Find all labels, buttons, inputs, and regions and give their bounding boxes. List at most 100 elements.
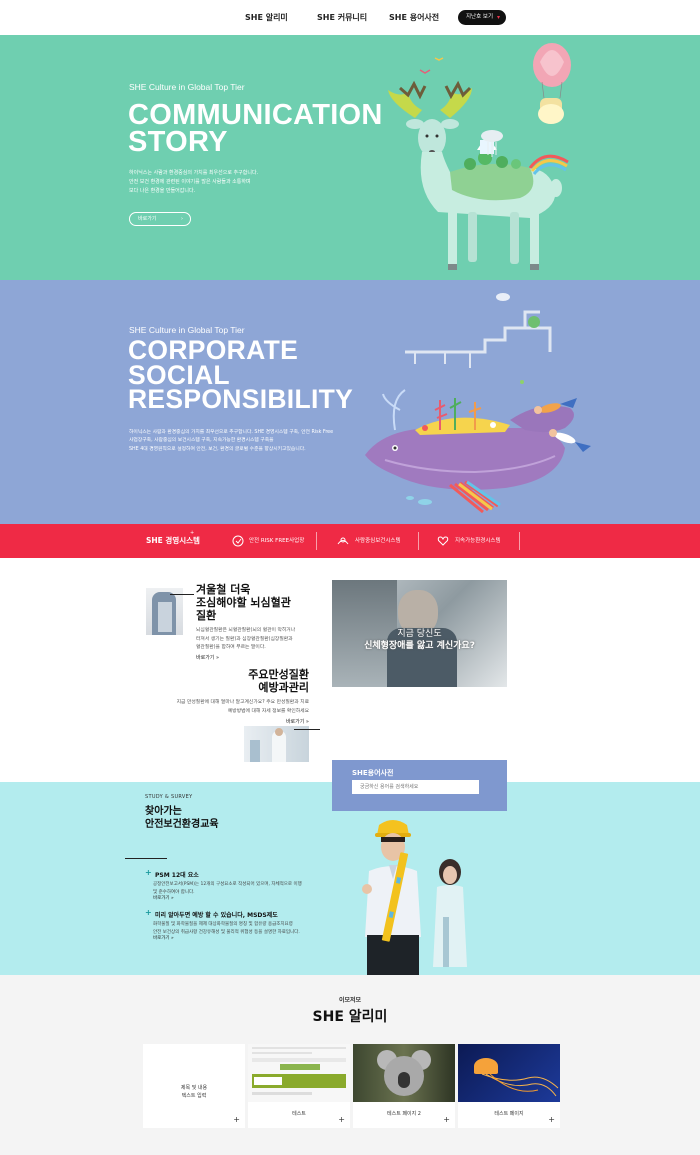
lab-photo bbox=[244, 726, 309, 762]
hero2-description: 하이닉스는 사람과 환경중심의 가치를 최우선으로 추구합니다. SHE 경영시… bbox=[129, 429, 333, 454]
notice-card-4[interactable]: 테스트 페이지 + bbox=[458, 1044, 560, 1128]
psm-more-link[interactable]: 바로가기 » bbox=[153, 895, 174, 903]
nav-she-notice[interactable]: SHE 알리미 bbox=[245, 12, 288, 23]
article2-text-line-1: 지금 만성질환에 대해 얼마나 알고계신가요? 주요 만성질환과 치료 bbox=[176, 700, 309, 705]
dictionary-title: SHE용어사전 bbox=[352, 769, 394, 777]
doctor-photo bbox=[146, 588, 183, 635]
study-title-line-1: 찾아가는 bbox=[145, 806, 182, 817]
notice-card-2[interactable]: 테스트 + bbox=[248, 1044, 350, 1128]
article1-title-line-1: 겨울철 더욱 bbox=[196, 583, 251, 596]
msds-text: 화학물질 및 화학물질을 제제 대상화학물질의 명칭 및 함유량 용급조치요령 … bbox=[153, 921, 300, 937]
she-system-bar: SHE 경영시스템 + 안전 RISK FREE사업장 사람중심보건시스템 지속… bbox=[0, 524, 700, 558]
hero1-subtitle: SHE Culture in Global Top Tier bbox=[129, 82, 245, 92]
article1-text: 뇌심혈관질환은 뇌혈관질환(뇌의 혈관이 막히거나 터져서 생기는 질환)과 심… bbox=[196, 627, 295, 653]
card-label: 제목 및 내용 텍스트 입력 bbox=[143, 1084, 245, 1100]
hero1-title-line-1: COMMUNICATION bbox=[128, 99, 383, 131]
people-care-icon bbox=[337, 537, 349, 545]
health-system-link[interactable]: 사람중심보건시스템 bbox=[355, 524, 401, 558]
article1-text-line-2: 터져서 생기는 질환)과 심장혈관질환(심장질환과 bbox=[196, 636, 293, 642]
study-title: 찾아가는 안전보건환경교육 bbox=[145, 806, 219, 831]
hero1-more-label: 바로가기 bbox=[138, 216, 157, 222]
hero2-title: CORPORATE SOCIAL RESPONSIBILITY bbox=[128, 335, 354, 415]
arrow-right-icon: › bbox=[181, 216, 183, 222]
notice-title: SHE 알리미 bbox=[312, 1009, 388, 1025]
caption-line-1: 지금 당신도 bbox=[397, 629, 442, 639]
study-title-line-2: 안전보건환경교육 bbox=[145, 818, 219, 830]
article1-title[interactable]: 겨울철 더욱 조심해야할 뇌심혈관 질환 bbox=[196, 583, 291, 623]
hero2-desc-line-1: 하이닉스는 사람과 환경중심의 가치를 최우선으로 추구합니다. SHE 경영시… bbox=[129, 430, 334, 435]
dictionary-search-input[interactable] bbox=[352, 780, 479, 794]
article1-more-link[interactable]: 바로가기 » bbox=[196, 654, 219, 661]
caption-line-2: 신체형장애를 앓고 계신가요? bbox=[364, 641, 475, 652]
hero2-desc-line-2: 사업장구축, 사람중심의 보건시스템 구축, 지속가능한 환경시스템 구축을 bbox=[129, 438, 274, 444]
divider bbox=[418, 532, 419, 550]
notice-subtitle: 이모저모 bbox=[338, 997, 362, 1004]
msds-more-link[interactable]: 바로가기 » bbox=[153, 935, 174, 943]
nav-she-dictionary[interactable]: SHE 용어사전 bbox=[389, 12, 439, 23]
article2-text-line-2: 예방방법에 대해 자세 정보를 확인하세요 bbox=[227, 708, 309, 714]
plus-icon: + bbox=[233, 1115, 240, 1124]
top-nav: SHE 알리미 SHE 커뮤니티 SHE 용어사전 지난호 보기 ▾ bbox=[0, 0, 700, 35]
koala-photo bbox=[353, 1044, 455, 1102]
divider bbox=[316, 532, 317, 550]
article1-text-line-1: 뇌심혈관질환은 뇌혈관질환(뇌의 혈관이 막히거나 bbox=[196, 628, 296, 633]
msds-title[interactable]: 미리 알아두면 예방 할 수 있습니다, MSDS제도 bbox=[155, 910, 278, 919]
hero-communication: SHE Culture in Global Top Tier COMMUNICA… bbox=[0, 35, 700, 280]
hero2-title-line-3: RESPONSIBILITY bbox=[128, 384, 354, 415]
news-section: 겨울철 더욱 조심해야할 뇌심혈관 질환 뇌심혈관질환은 뇌혈관질환(뇌의 혈관… bbox=[0, 558, 700, 782]
divider bbox=[170, 594, 194, 595]
article2-more-link[interactable]: 바로가기 » bbox=[286, 718, 309, 725]
article2-title[interactable]: 주요만성질환 예방과관리 bbox=[248, 668, 309, 694]
msds-text-line-2: 안전 보건상의 취급사항 건강유해성 및 물리적 위험성 등을 설명한 자료입니… bbox=[153, 930, 300, 936]
psm-text: 공정안전보고서(PSM)는 12개의 구성요소로 작성되어 있으며, 자체적으로… bbox=[153, 881, 302, 897]
hero1-more-button[interactable]: 바로가기 › bbox=[129, 212, 191, 226]
hero1-desc-line-2: 안전 보건 환경에 관련된 이야기를 많은 사람들과 소통하며 bbox=[129, 178, 251, 185]
past-issues-button[interactable]: 지난호 보기 ▾ bbox=[458, 10, 506, 25]
notice-card-3[interactable]: 테스트 페이지 2 + bbox=[353, 1044, 455, 1128]
article2-title-line-1: 주요만성질환 bbox=[248, 668, 309, 681]
chevron-down-icon: ▾ bbox=[496, 14, 500, 21]
deer-illustration bbox=[388, 43, 571, 270]
card-label: 테스트 페이지 bbox=[494, 1111, 524, 1117]
risk-free-workplace-link[interactable]: 안전 RISK FREE사업장 bbox=[249, 524, 304, 558]
hero2-desc-line-3: SHE 4대 경영원칙으로 설정하여 안전, 보건, 환경의 글로벌 수준을 향… bbox=[129, 446, 306, 452]
plus-icon: + bbox=[443, 1115, 450, 1124]
hero1-title: COMMUNICATION STORY bbox=[128, 99, 383, 157]
businessman-caption: 지금 당신도 신체형장애를 앓고 계신가요? bbox=[332, 628, 507, 652]
businessman-photo[interactable]: 지금 당신도 신체형장애를 앓고 계신가요? bbox=[332, 580, 507, 687]
card-label-line-2: 텍스트 입력 bbox=[181, 1093, 207, 1099]
page: SHE 알리미 SHE 커뮤니티 SHE 용어사전 지난호 보기 ▾ SHE C… bbox=[0, 0, 700, 1155]
card-label: 테스트 페이지 2 bbox=[387, 1111, 421, 1117]
plus-icon: + bbox=[548, 1115, 555, 1124]
whale-illustration bbox=[365, 293, 591, 514]
safety-icon bbox=[232, 535, 244, 547]
psm-text-line-1: 공정안전보고서(PSM)는 12개의 구성요소로 작성되어 있으며, 자체적으로… bbox=[153, 882, 302, 887]
nav-she-community[interactable]: SHE 커뮤니티 bbox=[317, 12, 367, 23]
article2-text: 지금 만성질환에 대해 얼마나 알고계신가요? 주요 만성질환과 치료 예방방법… bbox=[177, 699, 309, 716]
card-label-line-1: 제목 및 내용 bbox=[180, 1085, 208, 1091]
plus-icon: + bbox=[145, 908, 152, 917]
heart-icon bbox=[437, 536, 449, 546]
plus-icon: + bbox=[145, 868, 152, 877]
psm-text-line-2: 및 준수하여야 합니다. bbox=[153, 890, 195, 896]
jellyfish-photo bbox=[458, 1044, 560, 1102]
workers-illustration bbox=[362, 820, 467, 975]
divider bbox=[294, 729, 320, 730]
card-thumbnail bbox=[248, 1044, 350, 1102]
psm-title[interactable]: PSM 12대 요소 bbox=[155, 870, 199, 879]
article1-title-line-3: 질환 bbox=[196, 609, 217, 623]
notice-card-1[interactable]: 제목 및 내용 텍스트 입력 + bbox=[143, 1044, 245, 1128]
hero1-description: 하이닉스는 사람과 환경중심의 가치를 최우선으로 추구합니다. 안전 보건 환… bbox=[129, 169, 258, 195]
hero1-desc-line-1: 하이닉스는 사람과 환경중심의 가치를 최우선으로 추구합니다. bbox=[129, 170, 259, 176]
past-issues-label: 지난호 보기 bbox=[466, 14, 494, 20]
article2-title-line-2: 예방과관리 bbox=[258, 681, 309, 695]
environment-system-link[interactable]: 지속가능환경시스템 bbox=[455, 524, 501, 558]
divider bbox=[125, 858, 167, 859]
hero2-title-line-1: CORPORATE bbox=[128, 335, 299, 365]
plus-icon: + bbox=[190, 530, 195, 536]
she-notice-section: 이모저모 SHE 알리미 제목 및 내용 텍스트 입력 + 테스트 + 테스트 … bbox=[0, 975, 700, 1155]
article1-text-line-3: 혈관질환)을 합하여 부르는 말이다. bbox=[196, 645, 266, 651]
she-dictionary-search: SHE용어사전 ⚲ 찾기 bbox=[332, 760, 507, 811]
plus-icon: + bbox=[338, 1115, 345, 1124]
divider bbox=[519, 532, 520, 550]
